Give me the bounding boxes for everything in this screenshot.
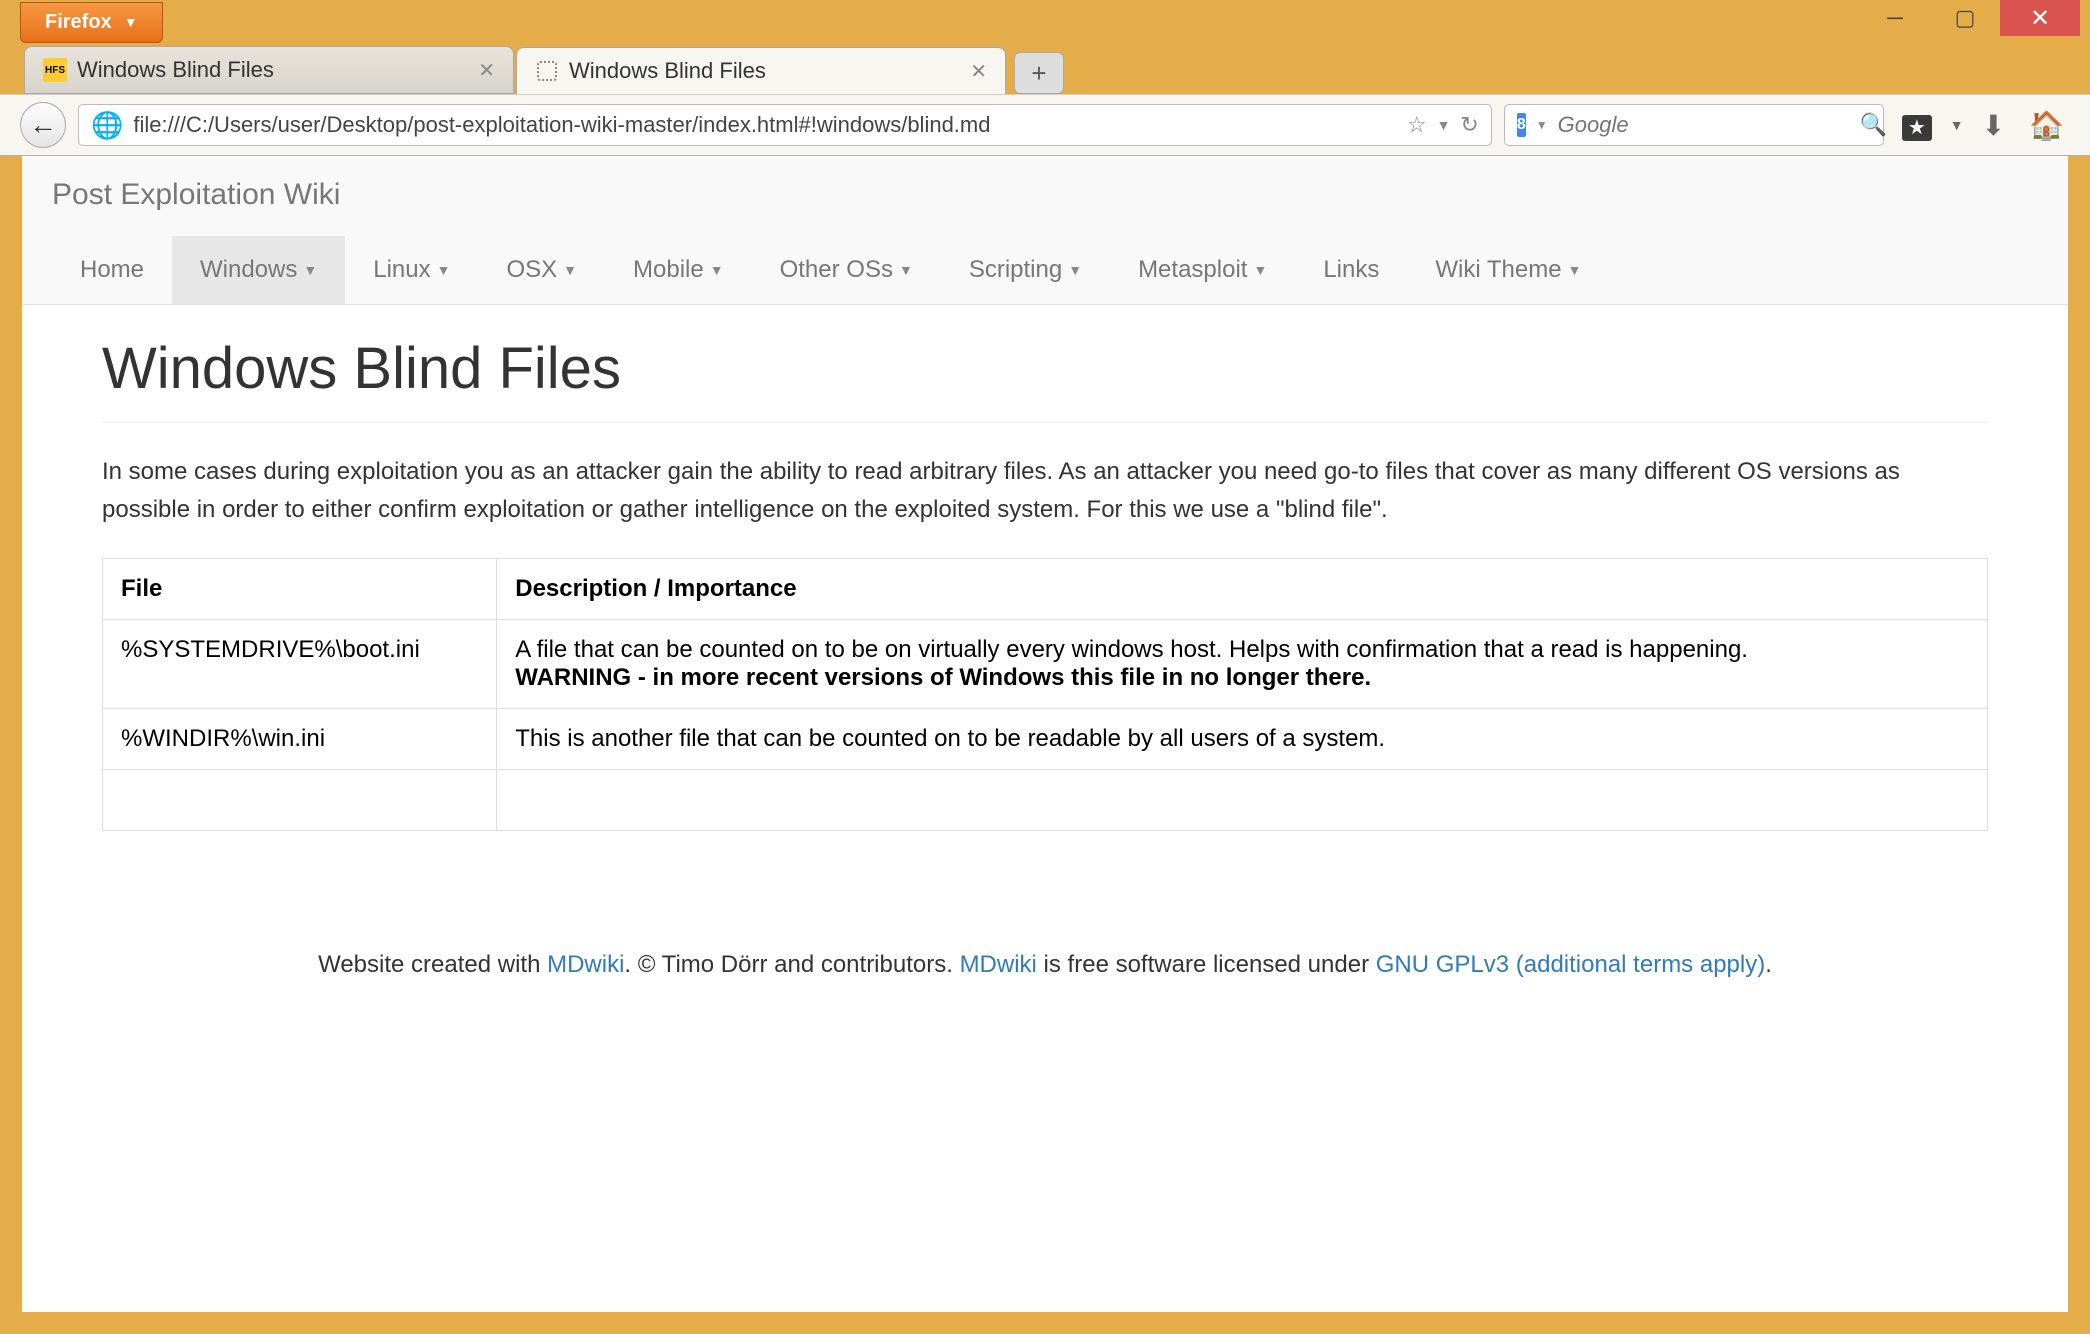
nav-item-home[interactable]: Home <box>52 236 172 304</box>
footer: Website created with MDwiki. © Timo Dörr… <box>102 951 1988 979</box>
nav-item-label: Mobile <box>633 256 704 284</box>
search-bar[interactable]: 8 ▼ 🔍 <box>1504 104 1884 146</box>
cell-description: A file that can be counted on to be on v… <box>497 619 1988 708</box>
chevron-down-icon: ▼ <box>1568 262 1582 278</box>
chevron-down-icon: ▼ <box>899 262 913 278</box>
nav-item-label: Linux <box>373 256 430 284</box>
col-file: File <box>103 558 497 619</box>
cell-file: %SYSTEMDRIVE%\boot.ini <box>103 619 497 708</box>
table-row <box>103 769 1988 830</box>
chevron-down-icon[interactable]: ▼ <box>1437 117 1451 133</box>
page-heading: Windows Blind Files <box>102 335 1988 402</box>
firefox-label: Firefox <box>45 11 112 34</box>
nav-item-other-oss[interactable]: Other OSs ▼ <box>752 236 941 304</box>
mdwiki-link-2[interactable]: MDwiki <box>960 951 1037 978</box>
url-bar[interactable]: 🌐 file:///C:/Users/user/Desktop/post-exp… <box>78 104 1492 146</box>
chevron-down-icon: ▼ <box>303 262 317 278</box>
chevron-down-icon: ▼ <box>1253 262 1267 278</box>
col-description: Description / Importance <box>497 558 1988 619</box>
tab-strip: HFS Windows Blind Files ✕ Windows Blind … <box>0 44 2090 94</box>
home-icon[interactable]: 🏠 <box>2023 109 2070 142</box>
chevron-down-icon: ▼ <box>563 262 577 278</box>
download-icon[interactable]: ⬇ <box>1976 109 2011 142</box>
search-input[interactable] <box>1558 112 1850 138</box>
nav-item-label: Home <box>80 256 144 284</box>
nav-item-windows[interactable]: Windows ▼ <box>172 236 345 304</box>
blind-files-table: File Description / Importance %SYSTEMDRI… <box>102 558 1988 831</box>
nav-item-osx[interactable]: OSX ▼ <box>478 236 605 304</box>
firefox-menu-button[interactable]: Firefox ▼ <box>20 2 163 43</box>
nav-menu: HomeWindows▼Linux▼OSX▼Mobile▼Other OSs▼S… <box>52 236 2038 304</box>
nav-item-linux[interactable]: Linux ▼ <box>345 236 478 304</box>
nav-item-label: Metasploit <box>1138 256 1247 284</box>
divider <box>102 422 1988 423</box>
nav-item-wiki-theme[interactable]: Wiki Theme ▼ <box>1407 236 1609 304</box>
browser-tab-0[interactable]: HFS Windows Blind Files ✕ <box>24 46 514 94</box>
intro-text: In some cases during exploitation you as… <box>102 453 1988 530</box>
browser-tab-1[interactable]: Windows Blind Files ✕ <box>516 47 1006 94</box>
chevron-down-icon[interactable]: ▼ <box>1950 117 1964 133</box>
bookmark-icon[interactable]: ★ <box>1896 109 1938 141</box>
nav-item-links[interactable]: Links <box>1295 236 1407 304</box>
site-title: Post Exploitation Wiki <box>52 178 2038 212</box>
nav-toolbar: ← 🌐 file:///C:/Users/user/Desktop/post-e… <box>0 94 2090 156</box>
google-icon: 8 <box>1517 113 1526 137</box>
nav-item-label: Scripting <box>969 256 1062 284</box>
globe-icon: 🌐 <box>91 110 123 141</box>
close-icon[interactable]: ✕ <box>478 58 495 83</box>
close-icon[interactable]: ✕ <box>970 59 987 84</box>
mdwiki-link[interactable]: MDwiki <box>547 951 624 978</box>
page-content: Post Exploitation Wiki HomeWindows▼Linux… <box>10 156 2080 1324</box>
nav-item-mobile[interactable]: Mobile ▼ <box>605 236 752 304</box>
tab-title: Windows Blind Files <box>569 58 766 84</box>
nav-item-label: Wiki Theme <box>1435 256 1561 284</box>
chevron-down-icon: ▼ <box>1068 262 1082 278</box>
url-text: file:///C:/Users/user/Desktop/post-explo… <box>133 112 1396 138</box>
reload-icon[interactable]: ↻ <box>1460 112 1478 138</box>
nav-item-metasploit[interactable]: Metasploit ▼ <box>1110 236 1295 304</box>
cell-file: %WINDIR%\win.ini <box>103 708 497 769</box>
table-header-row: File Description / Importance <box>103 558 1988 619</box>
license-link[interactable]: GNU GPLv3 (additional terms apply) <box>1376 951 1765 978</box>
chevron-down-icon[interactable]: ▼ <box>1536 118 1548 132</box>
star-icon[interactable]: ☆ <box>1407 112 1427 138</box>
page-icon <box>535 59 559 83</box>
hfs-icon: HFS <box>43 58 67 82</box>
cell-file <box>103 769 497 830</box>
new-tab-button[interactable]: + <box>1014 52 1064 94</box>
nav-item-label: OSX <box>506 256 557 284</box>
nav-item-label: Other OSs <box>780 256 893 284</box>
back-button[interactable]: ← <box>20 102 66 148</box>
chevron-down-icon: ▼ <box>437 262 451 278</box>
cell-description: This is another file that can be counted… <box>497 708 1988 769</box>
maximize-button[interactable]: ▢ <box>1930 0 2000 36</box>
table-row: %WINDIR%\win.iniThis is another file tha… <box>103 708 1988 769</box>
tab-title: Windows Blind Files <box>77 57 274 83</box>
chevron-down-icon: ▼ <box>710 262 724 278</box>
cell-description <box>497 769 1988 830</box>
nav-item-scripting[interactable]: Scripting ▼ <box>941 236 1110 304</box>
chevron-down-icon: ▼ <box>124 14 138 30</box>
table-row: %SYSTEMDRIVE%\boot.iniA file that can be… <box>103 619 1988 708</box>
nav-item-label: Windows <box>200 256 297 284</box>
nav-item-label: Links <box>1323 256 1379 284</box>
search-icon[interactable]: 🔍 <box>1860 112 1887 138</box>
minimize-button[interactable]: ─ <box>1860 0 1930 36</box>
close-button[interactable]: ✕ <box>2000 0 2080 36</box>
